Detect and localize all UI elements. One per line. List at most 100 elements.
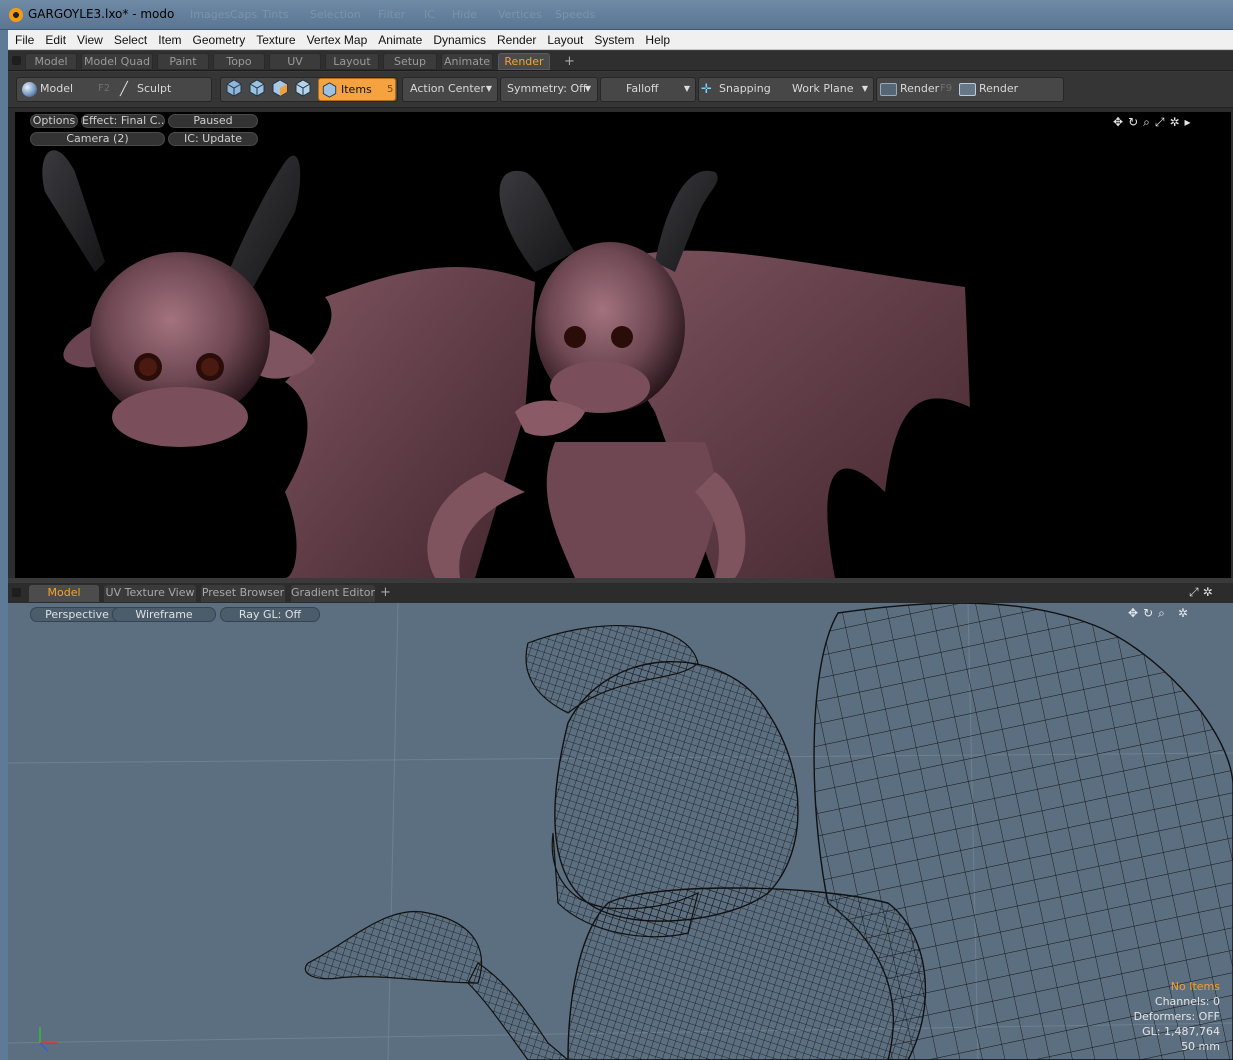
menu-file[interactable]: File <box>15 33 34 47</box>
render-hotkey: F9 <box>940 83 953 94</box>
render-nav-icons: ✥↻⌕⤢✲▸ <box>1113 115 1196 130</box>
menu-animate[interactable]: Animate <box>378 33 422 47</box>
render-window-button[interactable]: Render Window <box>979 77 1063 119</box>
tab-topo[interactable]: Topo <box>213 53 265 70</box>
model-mode-button[interactable]: Model F2 <box>40 77 120 102</box>
ghost-label: Vertices <box>498 8 542 21</box>
items-label: Items <box>341 83 372 96</box>
add-tab-button[interactable]: + <box>564 54 575 69</box>
ghost-label: Filter <box>378 8 406 21</box>
info-deformers: Deformers: OFF <box>1133 1010 1220 1023</box>
ghost-label: Images <box>190 8 231 21</box>
menu-render[interactable]: Render <box>497 33 536 47</box>
axis-gizmo-icon <box>39 1027 58 1052</box>
tab-layout[interactable]: Layout <box>325 53 379 70</box>
ghost-label: Hide <box>452 8 478 21</box>
falloff-dropdown[interactable]: Falloff <box>626 77 694 102</box>
menu-help[interactable]: Help <box>645 33 670 47</box>
rotate-icon[interactable]: ↻ <box>1128 115 1143 129</box>
add-viewport-tab-button[interactable]: + <box>380 585 391 600</box>
tab-uv-texture-view[interactable]: UV Texture View <box>104 585 196 602</box>
material-select-icon[interactable] <box>295 79 311 97</box>
gear-icon[interactable]: ✲ <box>1169 115 1184 129</box>
tab-gradient-editor[interactable]: Gradient Editor <box>291 585 375 602</box>
polygon-select-icon[interactable] <box>272 79 288 97</box>
wireframe-mesh <box>8 603 1233 1060</box>
zoom-icon[interactable]: ⌕ <box>1143 115 1155 129</box>
items-hotkey: 5 <box>387 84 394 95</box>
menu-item[interactable]: Item <box>158 33 181 47</box>
edge-select-icon[interactable] <box>249 79 265 97</box>
render-preview[interactable]: Options Effect: Final C... Paused Camera… <box>15 112 1231 578</box>
snapping-button[interactable]: Snapping <box>719 77 787 102</box>
main-toolbar: Model F2 ╱ Sculpt Items 5 Action Center … <box>8 72 1233 119</box>
maximize-icon[interactable]: ⤢ <box>1189 585 1203 599</box>
move-icon[interactable]: ✥ <box>1113 115 1128 129</box>
tab-model-quad[interactable]: Model Quad <box>81 53 153 70</box>
ghost-label: Tints <box>262 8 289 21</box>
info-no-items: No Items <box>1170 980 1220 993</box>
render-options-button[interactable]: Options <box>30 114 78 128</box>
tab-uv[interactable]: UV <box>269 53 321 70</box>
render-ic-update-button[interactable]: IC: Update <box>168 132 258 146</box>
menu-texture[interactable]: Texture <box>256 33 295 47</box>
render-icon <box>880 83 897 96</box>
render-effect-dropdown[interactable]: Effect: Final C... <box>81 114 165 128</box>
info-lens: 50 mm <box>1181 1040 1220 1053</box>
view-raygl-toggle[interactable]: Ray GL: Off <box>220 607 320 622</box>
tab-setup[interactable]: Setup <box>383 53 437 70</box>
ghost-label: IC <box>424 8 435 21</box>
gear-icon[interactable]: ✲ <box>1203 585 1217 599</box>
snapping-icon: ✛ <box>701 82 712 97</box>
gear-icon[interactable]: ✲ <box>1178 606 1193 620</box>
sphere-icon <box>22 82 37 97</box>
sculpt-mode-button[interactable]: Sculpt <box>137 77 197 102</box>
layout-tab-bar: Model Model Quad Paint Topo UV Layout Se… <box>8 51 1233 71</box>
info-gl-count: GL: 1,487,764 <box>1142 1025 1220 1038</box>
model-mode-label: Model <box>40 82 74 95</box>
tab-model-single[interactable]: Model Single <box>29 585 99 615</box>
menu-edit[interactable]: Edit <box>45 33 66 47</box>
viewport-tab-bar: Model Single UV Texture View Preset Brow… <box>8 583 1233 615</box>
ghost-label: Speeds <box>555 8 596 21</box>
viewport-options-icons: ⤢✲ <box>1189 585 1217 600</box>
tab-render[interactable]: Render <box>498 53 550 70</box>
menu-dynamics[interactable]: Dynamics <box>433 33 486 47</box>
rotate-icon[interactable]: ↻ <box>1143 606 1158 620</box>
move-icon[interactable]: ✥ <box>1128 606 1143 620</box>
action-center-dropdown[interactable]: Action Center <box>410 77 496 102</box>
view-perspective-dropdown[interactable]: Perspective <box>30 607 124 622</box>
menu-select[interactable]: Select <box>114 33 147 47</box>
ghost-label: Selection <box>310 8 361 21</box>
play-icon[interactable]: ▸ <box>1185 115 1196 129</box>
menu-bar: File Edit View Select Item Geometry Text… <box>8 30 1233 50</box>
menu-geometry[interactable]: Geometry <box>193 33 246 47</box>
maximize-icon[interactable]: ⤢ <box>1155 115 1170 129</box>
window-titlebar: GARGOYLE3.lxo* - modo Images Caps Tints … <box>0 0 1233 30</box>
item-cube-icon <box>322 82 337 98</box>
tab-animate[interactable]: Animate <box>441 53 493 70</box>
menu-system[interactable]: System <box>594 33 634 47</box>
symmetry-dropdown[interactable]: Symmetry: Off <box>507 77 595 102</box>
menu-view[interactable]: View <box>77 33 103 47</box>
render-paused-toggle[interactable]: Paused <box>168 114 258 128</box>
vertex-select-icon[interactable] <box>226 79 242 97</box>
render-panel: Options Effect: Final C... Paused Camera… <box>8 108 1233 578</box>
viewport-grip-icon[interactable] <box>12 588 21 597</box>
tab-paint[interactable]: Paint <box>157 53 209 70</box>
work-plane-dropdown[interactable]: Work Plane <box>792 77 872 102</box>
brush-icon: ╱ <box>120 82 128 97</box>
viewport-info-overlay: No Items Channels: 0 Deformers: OFF GL: … <box>1134 979 1220 1054</box>
tab-preset-browser[interactable]: Preset Browser <box>201 585 285 602</box>
tabbar-grip-icon[interactable] <box>12 56 21 65</box>
items-mode-button[interactable]: Items 5 <box>318 78 396 101</box>
render-button[interactable]: Render F9 <box>900 77 958 102</box>
menu-vertex-map[interactable]: Vertex Map <box>307 33 368 47</box>
zoom-icon[interactable]: ⌕ <box>1158 606 1170 620</box>
view-shading-dropdown[interactable]: Wireframe <box>112 607 216 622</box>
gl-viewport[interactable]: Perspective Wireframe Ray GL: Off ✥↻⌕ ✲ N… <box>8 603 1233 1060</box>
model-hotkey: F2 <box>98 83 111 94</box>
render-camera-dropdown[interactable]: Camera (2) <box>30 132 165 146</box>
tab-model[interactable]: Model <box>25 53 77 70</box>
menu-layout[interactable]: Layout <box>547 33 583 47</box>
